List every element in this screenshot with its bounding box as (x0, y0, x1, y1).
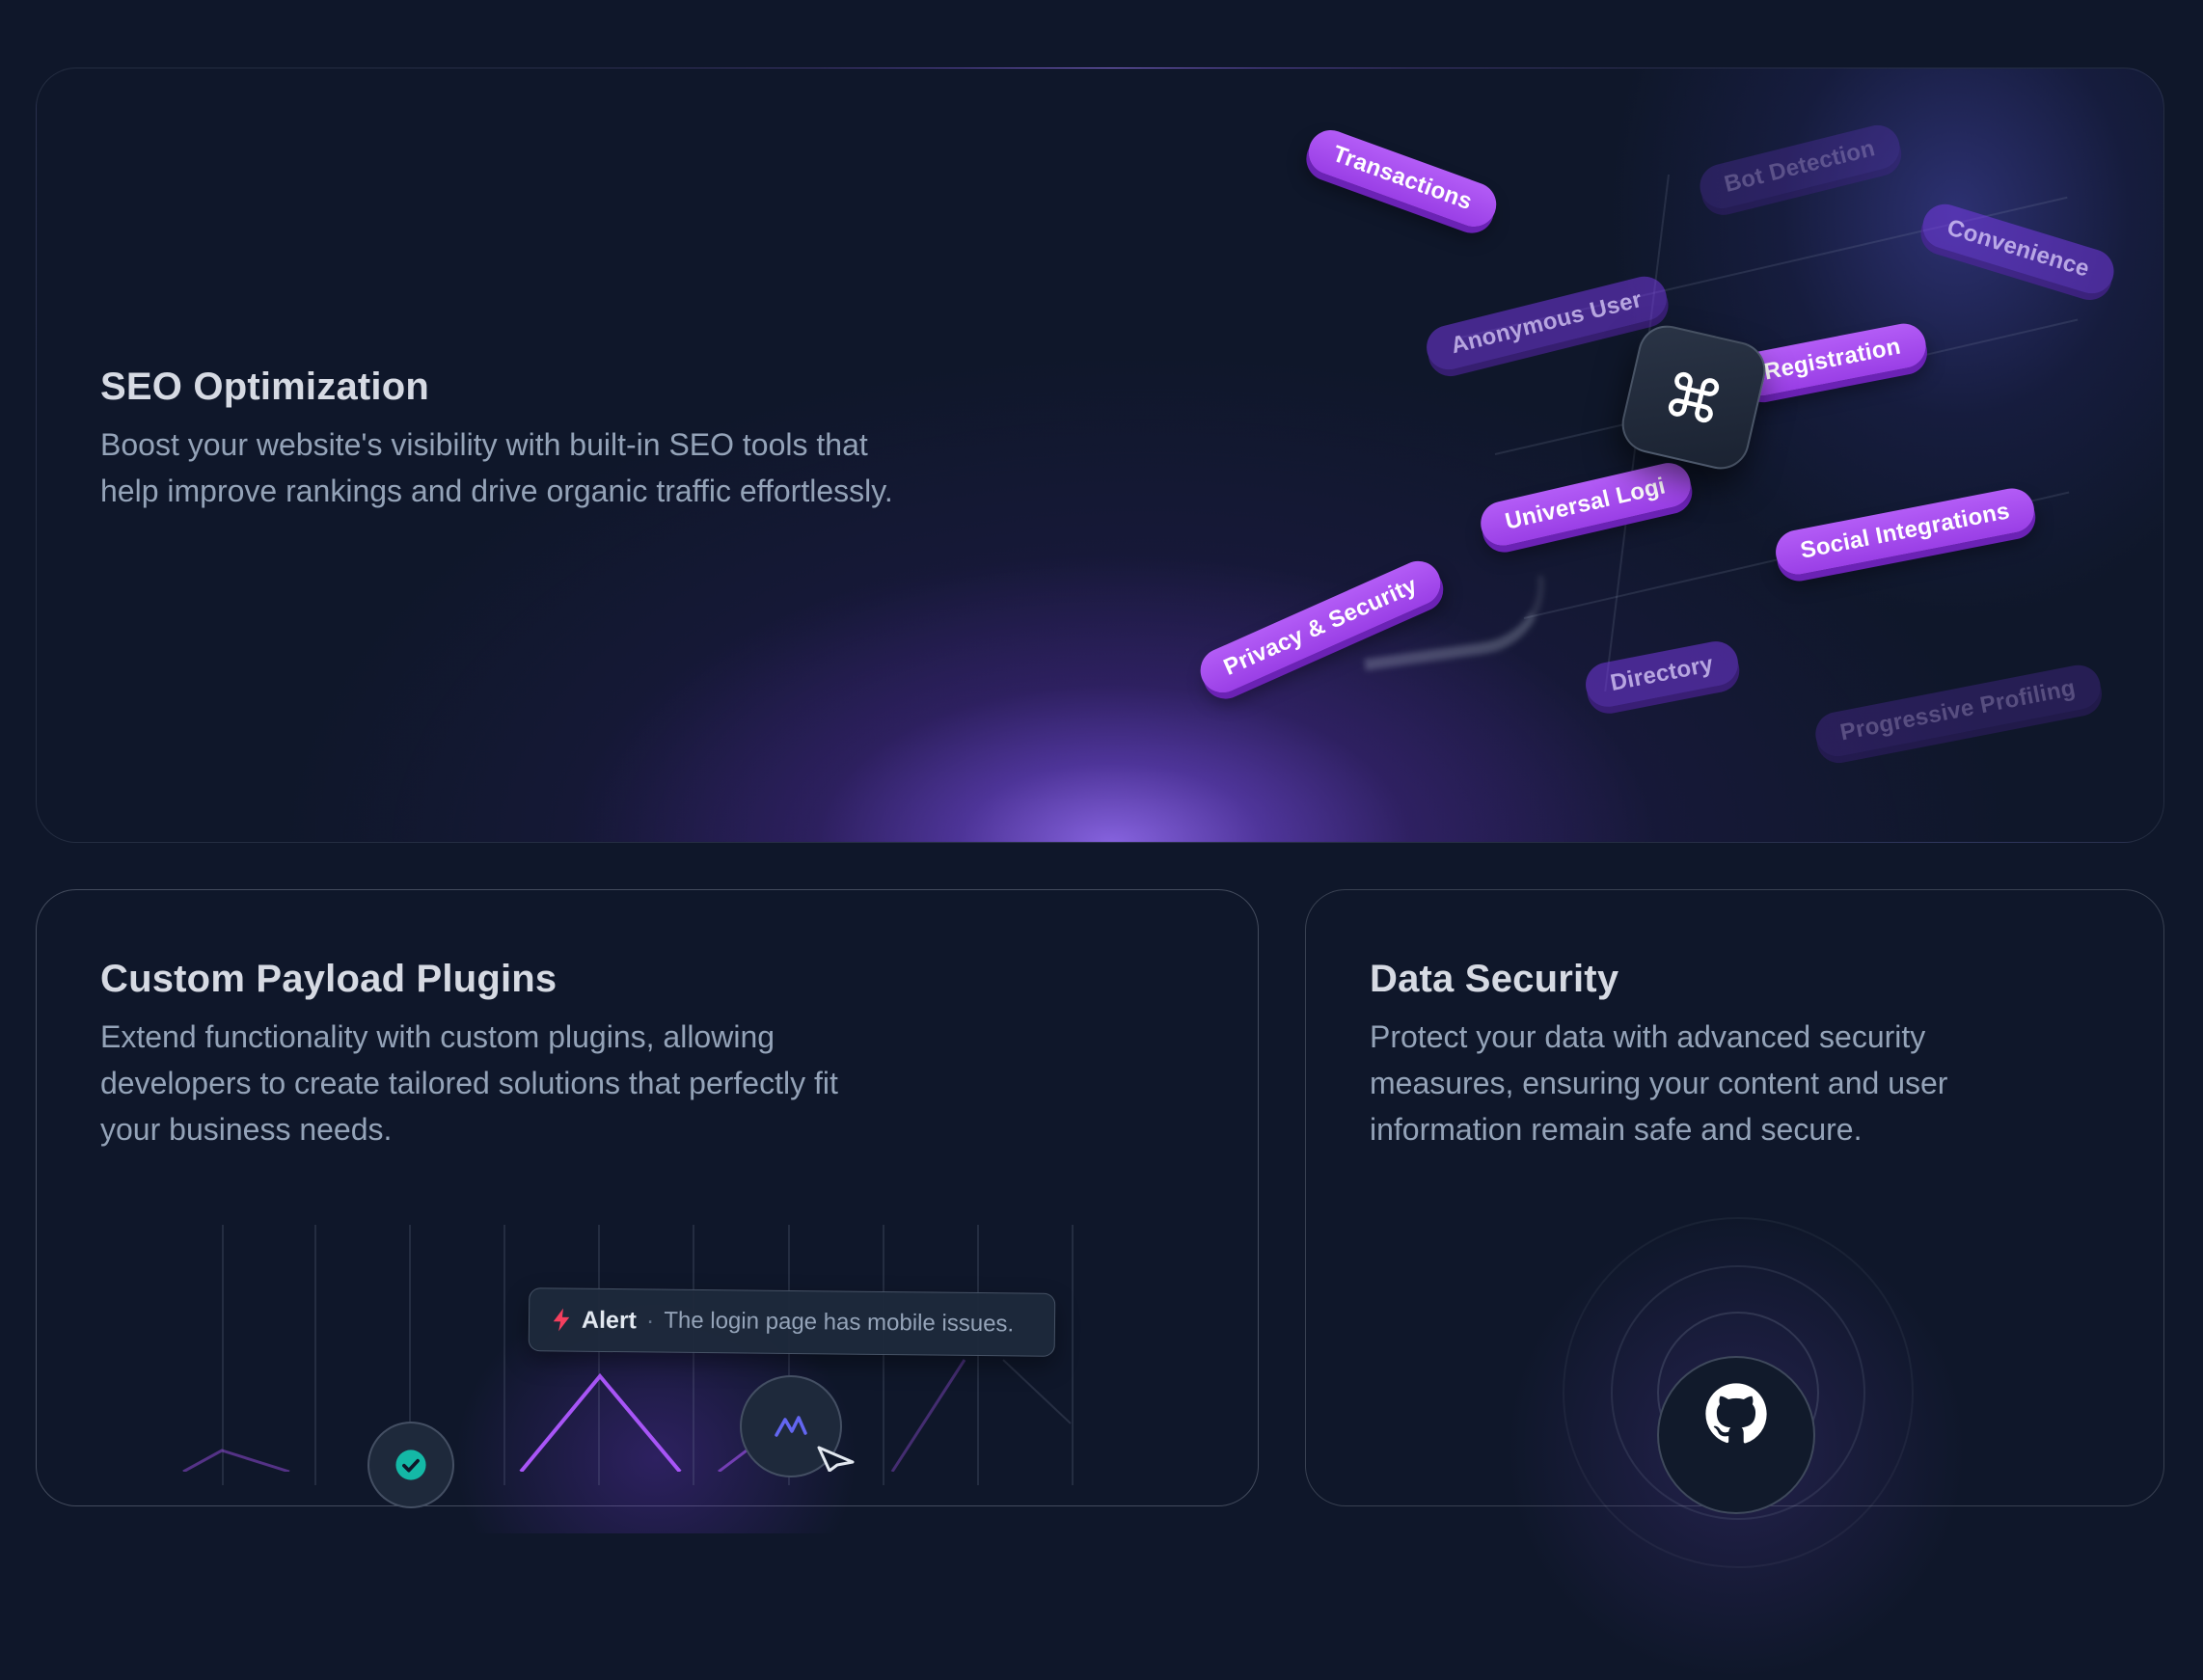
security-description-line: Protect your data with advanced security (1370, 1019, 1926, 1054)
check-circle-icon (395, 1450, 426, 1480)
github-icon (1705, 1383, 1767, 1444)
activity-icon (775, 1416, 807, 1437)
lightning-icon (553, 1308, 570, 1332)
plugins-description-line: Extend functionality with custom plugins… (100, 1019, 775, 1054)
cursor-icon (817, 1446, 855, 1472)
seo-title: SEO Optimization (100, 366, 429, 408)
plugins-description-line: developers to create tailored solutions … (100, 1066, 838, 1100)
seo-description-line: help improve rankings and drive organic … (100, 474, 893, 508)
plugins-description-line: your business needs. (100, 1112, 393, 1147)
security-description: Protect your data with advanced security… (1370, 1014, 1947, 1152)
alert-notification: Alert · The login page has mobile issues… (528, 1287, 1056, 1357)
security-title: Data Security (1370, 958, 1619, 1000)
seo-description-line: Boost your website's visibility with bui… (100, 427, 868, 462)
seo-description: Boost your website's visibility with bui… (100, 421, 893, 514)
security-description-line: measures, ensuring your content and user (1370, 1066, 1948, 1100)
plugins-title: Custom Payload Plugins (100, 958, 558, 1000)
alert-message: The login page has mobile issues. (664, 1307, 1015, 1338)
plugins-description: Extend functionality with custom plugins… (100, 1014, 838, 1152)
check-node (367, 1422, 454, 1508)
command-icon (1668, 371, 1720, 423)
security-description-line: information remain safe and secure. (1370, 1112, 1863, 1147)
alert-separator: · (645, 1306, 655, 1335)
github-node (1657, 1356, 1815, 1514)
alert-label: Alert (581, 1306, 638, 1334)
